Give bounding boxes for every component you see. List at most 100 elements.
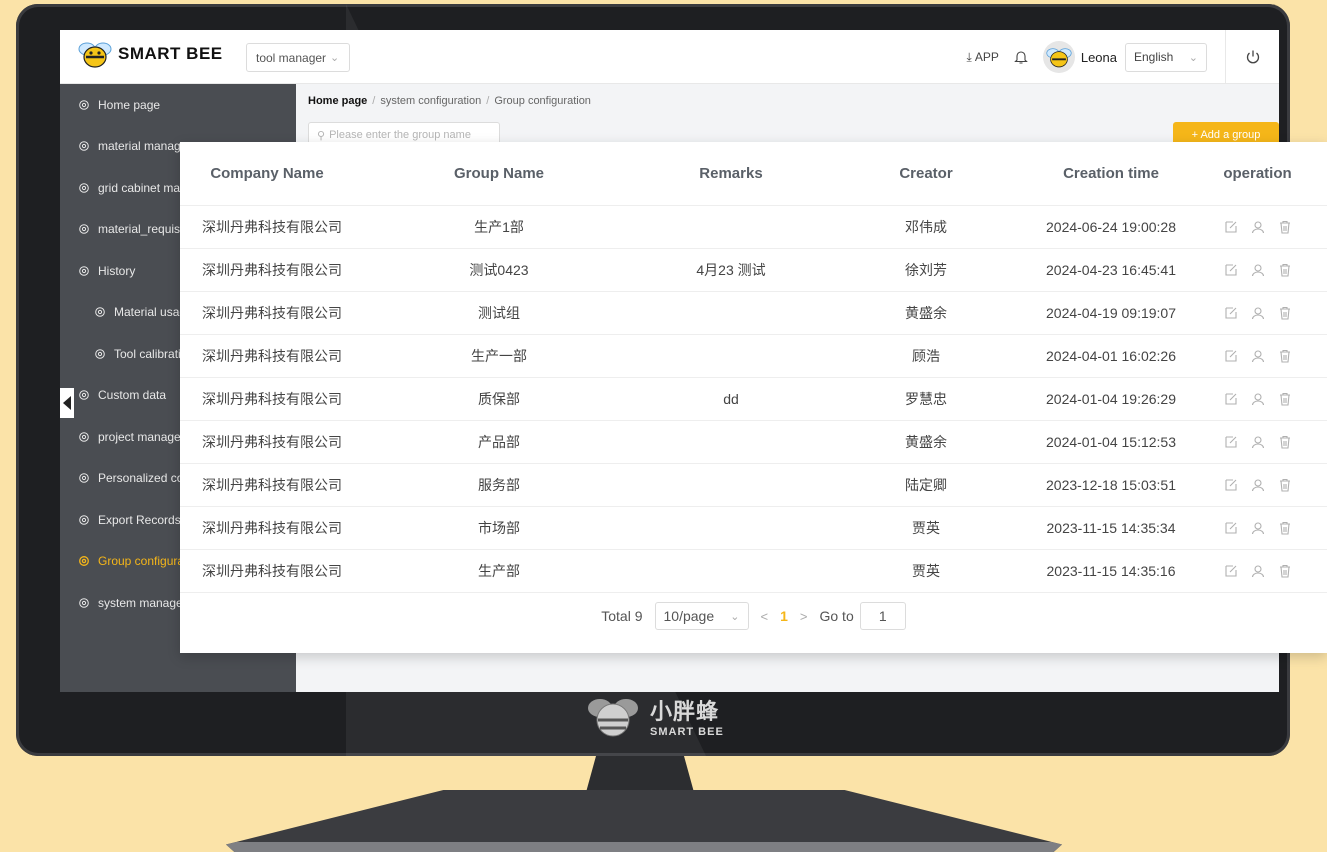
cell-company: 深圳丹弗科技有限公司 bbox=[202, 520, 342, 536]
chevron-down-icon: ⌄ bbox=[1188, 51, 1198, 64]
delete-icon[interactable] bbox=[1278, 478, 1292, 492]
gear-icon bbox=[79, 182, 89, 193]
user-icon[interactable] bbox=[1251, 521, 1265, 535]
gear-icon bbox=[79, 431, 89, 442]
edit-icon[interactable] bbox=[1224, 349, 1238, 363]
cell-creation-time: 2024-04-23 16:45:41 bbox=[1046, 262, 1176, 278]
cell-creation-time: 2024-04-19 09:19:07 bbox=[1046, 305, 1176, 321]
delete-icon[interactable] bbox=[1278, 521, 1292, 535]
gear-icon bbox=[79, 597, 89, 608]
user-icon[interactable] bbox=[1251, 349, 1265, 363]
edit-icon[interactable] bbox=[1224, 392, 1238, 406]
column-header-operation: operation bbox=[1223, 165, 1292, 182]
user-icon[interactable] bbox=[1251, 435, 1265, 449]
cell-company: 深圳丹弗科技有限公司 bbox=[202, 434, 342, 450]
edit-icon[interactable] bbox=[1224, 435, 1238, 449]
cell-creator: 罗慧忠 bbox=[905, 391, 947, 407]
delete-icon[interactable] bbox=[1278, 220, 1292, 234]
gear-icon bbox=[79, 99, 89, 110]
sidebar-item-label: History bbox=[98, 263, 136, 278]
gear-icon bbox=[95, 307, 105, 318]
delete-icon[interactable] bbox=[1278, 263, 1292, 277]
table-row: 深圳丹弗科技有限公司 质保部 dd 罗慧忠 2024-01-04 19:26:29 bbox=[180, 378, 1327, 421]
avatar[interactable] bbox=[1042, 41, 1075, 73]
user-icon[interactable] bbox=[1251, 392, 1265, 406]
sidebar-item-home[interactable]: Home page bbox=[60, 84, 296, 126]
app-logo[interactable]: SMART BEE bbox=[78, 40, 223, 68]
page-size-select[interactable]: 10/page ⌄ bbox=[654, 602, 749, 630]
monitor-stand-base bbox=[226, 790, 1062, 852]
edit-icon[interactable] bbox=[1224, 564, 1238, 578]
user-icon[interactable] bbox=[1251, 478, 1265, 492]
tool-manager-select[interactable]: tool manager ⌄ bbox=[246, 43, 350, 72]
cell-company: 深圳丹弗科技有限公司 bbox=[202, 262, 342, 278]
table-row: 深圳丹弗科技有限公司 生产1部 邓伟成 2024-06-24 19:00:28 bbox=[180, 206, 1327, 249]
cell-group-name: 测试0423 bbox=[469, 262, 529, 278]
goto-page-input[interactable]: 1 bbox=[859, 602, 906, 630]
cell-creator: 黄盛余 bbox=[905, 434, 947, 450]
power-button[interactable] bbox=[1225, 30, 1279, 84]
collapse-arrow-icon[interactable] bbox=[60, 388, 74, 418]
delete-icon[interactable] bbox=[1278, 306, 1292, 320]
gear-icon bbox=[79, 390, 89, 401]
delete-icon[interactable] bbox=[1278, 392, 1292, 406]
edit-icon[interactable] bbox=[1224, 306, 1238, 320]
bell-icon[interactable] bbox=[1013, 49, 1029, 65]
user-icon[interactable] bbox=[1251, 564, 1265, 578]
cell-creator: 顾浩 bbox=[912, 348, 940, 364]
table-row: 深圳丹弗科技有限公司 生产部 贾英 2023-11-15 14:35:16 bbox=[180, 550, 1327, 593]
breadcrumb-system-configuration[interactable]: system configuration bbox=[380, 95, 481, 107]
page-number-current[interactable]: 1 bbox=[780, 608, 788, 624]
row-operations bbox=[1188, 392, 1327, 406]
edit-icon[interactable] bbox=[1224, 478, 1238, 492]
gear-icon bbox=[79, 556, 89, 567]
gear-icon bbox=[79, 473, 89, 484]
breadcrumb-home[interactable]: Home page bbox=[308, 95, 367, 107]
logo-text: SMART BEE bbox=[118, 44, 223, 63]
top-right-controls: ⤓ APP Leona English ⌄ bbox=[967, 30, 1279, 84]
cell-group-name: 生产部 bbox=[478, 563, 520, 579]
next-page-button[interactable]: > bbox=[800, 609, 808, 624]
gear-icon bbox=[79, 514, 89, 525]
row-operations bbox=[1188, 220, 1327, 234]
edit-icon[interactable] bbox=[1224, 521, 1238, 535]
app-download-link[interactable]: ⤓ APP bbox=[967, 50, 999, 65]
breadcrumb: Home page / system configuration / Group con… bbox=[308, 95, 591, 107]
delete-icon[interactable] bbox=[1278, 435, 1292, 449]
column-header-remarks[interactable]: Remarks bbox=[644, 165, 818, 182]
cell-creation-time: 2023-11-15 14:35:16 bbox=[1046, 563, 1176, 579]
cell-remarks: 4月23 测试 bbox=[696, 262, 766, 278]
column-header-creator[interactable]: Creator bbox=[818, 165, 1034, 182]
cell-group-name: 服务部 bbox=[478, 477, 520, 493]
delete-icon[interactable] bbox=[1278, 564, 1292, 578]
row-operations bbox=[1188, 349, 1327, 363]
breadcrumb-current: Group configuration bbox=[494, 95, 591, 107]
cell-group-name: 生产1部 bbox=[474, 219, 524, 235]
cell-group-name: 市场部 bbox=[478, 520, 520, 536]
column-header-company[interactable]: Company Name bbox=[180, 165, 354, 182]
gear-icon bbox=[79, 224, 89, 235]
stand-edge bbox=[226, 842, 1062, 852]
user-icon[interactable] bbox=[1251, 220, 1265, 234]
row-operations bbox=[1188, 263, 1327, 277]
row-operations bbox=[1188, 435, 1327, 449]
delete-icon[interactable] bbox=[1278, 349, 1292, 363]
prev-page-button[interactable]: < bbox=[761, 609, 769, 624]
group-table-card: Company Name Group Name Remarks Creator … bbox=[180, 142, 1327, 653]
column-header-creation-time[interactable]: Creation time bbox=[1034, 165, 1188, 182]
language-select[interactable]: English ⌄ bbox=[1125, 42, 1207, 72]
table-header: Company Name Group Name Remarks Creator … bbox=[180, 142, 1327, 206]
sidebar-item-label: Export Records bbox=[98, 512, 181, 527]
table-body: 深圳丹弗科技有限公司 生产1部 邓伟成 2024-06-24 19:00:28 深圳丹弗… bbox=[180, 206, 1327, 593]
cell-creator: 黄盛余 bbox=[905, 305, 947, 321]
cell-creator: 陆定卿 bbox=[905, 477, 947, 493]
user-icon[interactable] bbox=[1251, 306, 1265, 320]
pagination-total: Total 9 bbox=[601, 608, 643, 624]
user-icon[interactable] bbox=[1251, 263, 1265, 277]
cell-company: 深圳丹弗科技有限公司 bbox=[202, 219, 342, 235]
column-header-group-name[interactable]: Group Name bbox=[354, 165, 644, 182]
table-row: 深圳丹弗科技有限公司 生产一部 顾浩 2024-04-01 16:02:26 bbox=[180, 335, 1327, 378]
edit-icon[interactable] bbox=[1224, 220, 1238, 234]
edit-icon[interactable] bbox=[1224, 263, 1238, 277]
power-icon bbox=[1246, 50, 1259, 64]
